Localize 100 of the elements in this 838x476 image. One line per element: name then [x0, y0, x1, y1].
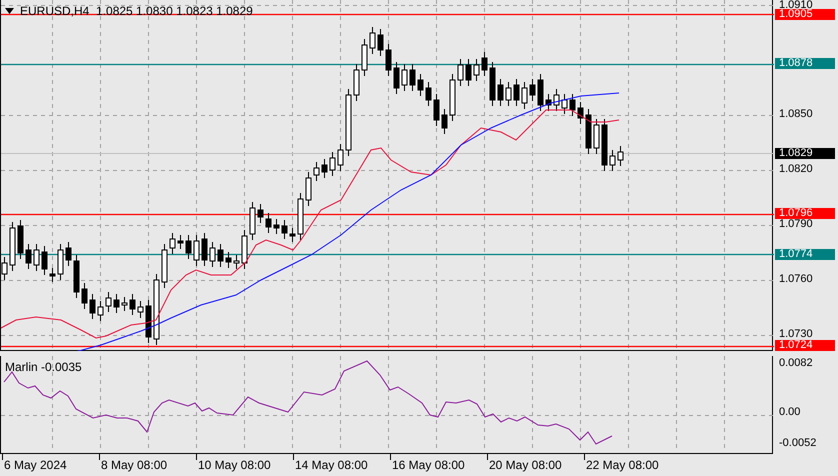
candlestick	[538, 74, 544, 112]
candlestick	[418, 74, 424, 96]
candlestick	[218, 244, 224, 268]
price-tick-label: 1.0790	[779, 219, 813, 230]
candlestick	[426, 82, 432, 106]
candlestick	[130, 294, 136, 316]
candlestick	[250, 202, 256, 240]
candlestick	[450, 74, 456, 122]
candlestick	[66, 242, 72, 266]
indicator-tick-label: 0.0082	[779, 358, 813, 369]
candlestick	[42, 246, 48, 276]
price-level-label: 1.0724	[775, 340, 835, 352]
candlestick	[530, 78, 536, 102]
candlestick	[314, 162, 320, 182]
candlestick	[490, 62, 496, 106]
price-tick-label: 1.0730	[779, 329, 813, 340]
candlestick	[506, 82, 512, 106]
candlestick	[458, 58, 464, 86]
candlestick	[410, 64, 416, 92]
candlestick	[394, 62, 400, 94]
candlestick	[106, 292, 112, 312]
candlestick	[386, 44, 392, 76]
time-tick-label: 20 May 08:00	[489, 458, 562, 473]
indicator-tick-label: 0.00	[779, 407, 800, 418]
candlestick	[242, 230, 248, 270]
candlestick	[210, 242, 216, 268]
candlestick	[274, 218, 280, 234]
candlestick	[74, 254, 80, 298]
candlestick	[34, 244, 40, 272]
dropdown-triangle-icon[interactable]	[5, 8, 14, 14]
price-level-label: 1.0905	[775, 8, 835, 20]
price-level-label: 1.0878	[775, 58, 835, 70]
candlestick	[146, 300, 152, 344]
candlestick	[26, 244, 32, 270]
candlestick	[330, 152, 336, 176]
candlestick	[266, 212, 272, 234]
candlestick	[202, 232, 208, 266]
candlestick	[290, 228, 296, 242]
candlestick	[586, 108, 592, 154]
candlestick	[98, 300, 104, 322]
candlestick	[194, 234, 200, 266]
candlestick	[474, 58, 480, 82]
candlestick	[570, 94, 576, 116]
candlestick	[362, 38, 368, 76]
candlestick	[338, 144, 344, 172]
indicator-name: Marlin -0.0035	[5, 360, 82, 374]
candlestick	[90, 294, 96, 320]
current-price-label: 1.0829	[775, 148, 835, 159]
time-tick-label: 14 May 08:00	[295, 458, 368, 473]
candlestick	[258, 204, 264, 224]
candlestick	[170, 232, 176, 254]
candlestick	[298, 192, 304, 240]
candlestick	[346, 88, 352, 156]
indicator-tick-label: -0.0052	[779, 438, 816, 450]
candlestick	[578, 102, 584, 124]
candlestick	[594, 118, 600, 154]
candlestick	[514, 78, 520, 106]
time-tick-label: 22 May 08:00	[586, 458, 659, 473]
candlestick	[10, 222, 16, 272]
candlestick	[602, 118, 608, 172]
candlestick	[234, 254, 240, 270]
price-level-label: 1.0774	[775, 248, 835, 260]
candlestick	[354, 64, 360, 102]
candlestick	[370, 26, 376, 54]
candlestick	[466, 58, 472, 86]
candlestick	[178, 234, 184, 250]
candlestick	[610, 150, 616, 172]
candlestick	[138, 300, 144, 318]
candlestick	[226, 252, 232, 268]
candlestick	[162, 244, 168, 288]
candlestick	[18, 220, 24, 260]
candlestick	[114, 294, 120, 314]
candlestick	[554, 88, 560, 112]
candlestick	[322, 158, 328, 178]
candlestick	[482, 52, 488, 76]
candlestick	[306, 172, 312, 206]
candlestick	[522, 82, 528, 110]
candlestick	[82, 282, 88, 310]
candlestick	[378, 28, 384, 56]
candlestick	[434, 94, 440, 126]
candlestick	[562, 94, 568, 114]
candlestick	[58, 244, 64, 280]
candlestick	[282, 220, 288, 240]
candlestick	[402, 64, 408, 92]
candlestick	[122, 296, 128, 312]
price-tick-label: 1.0850	[779, 109, 813, 120]
price-tick-label: 1.0820	[779, 164, 813, 176]
candlestick	[498, 78, 504, 106]
price-level-label: 1.0796	[775, 208, 835, 220]
time-tick-label: 16 May 08:00	[392, 458, 465, 473]
time-tick-label: 10 May 08:00	[198, 458, 271, 473]
time-tick-label: 8 May 08:00	[101, 458, 168, 473]
candlestick	[442, 108, 448, 134]
time-tick-label: 6 May 2024	[4, 458, 67, 473]
candlestick	[618, 146, 624, 166]
candlestick	[50, 268, 56, 282]
candlestick	[154, 274, 160, 346]
price-tick-label: 1.0760	[779, 274, 813, 286]
candlestick	[546, 94, 552, 112]
candlestick	[186, 234, 192, 260]
